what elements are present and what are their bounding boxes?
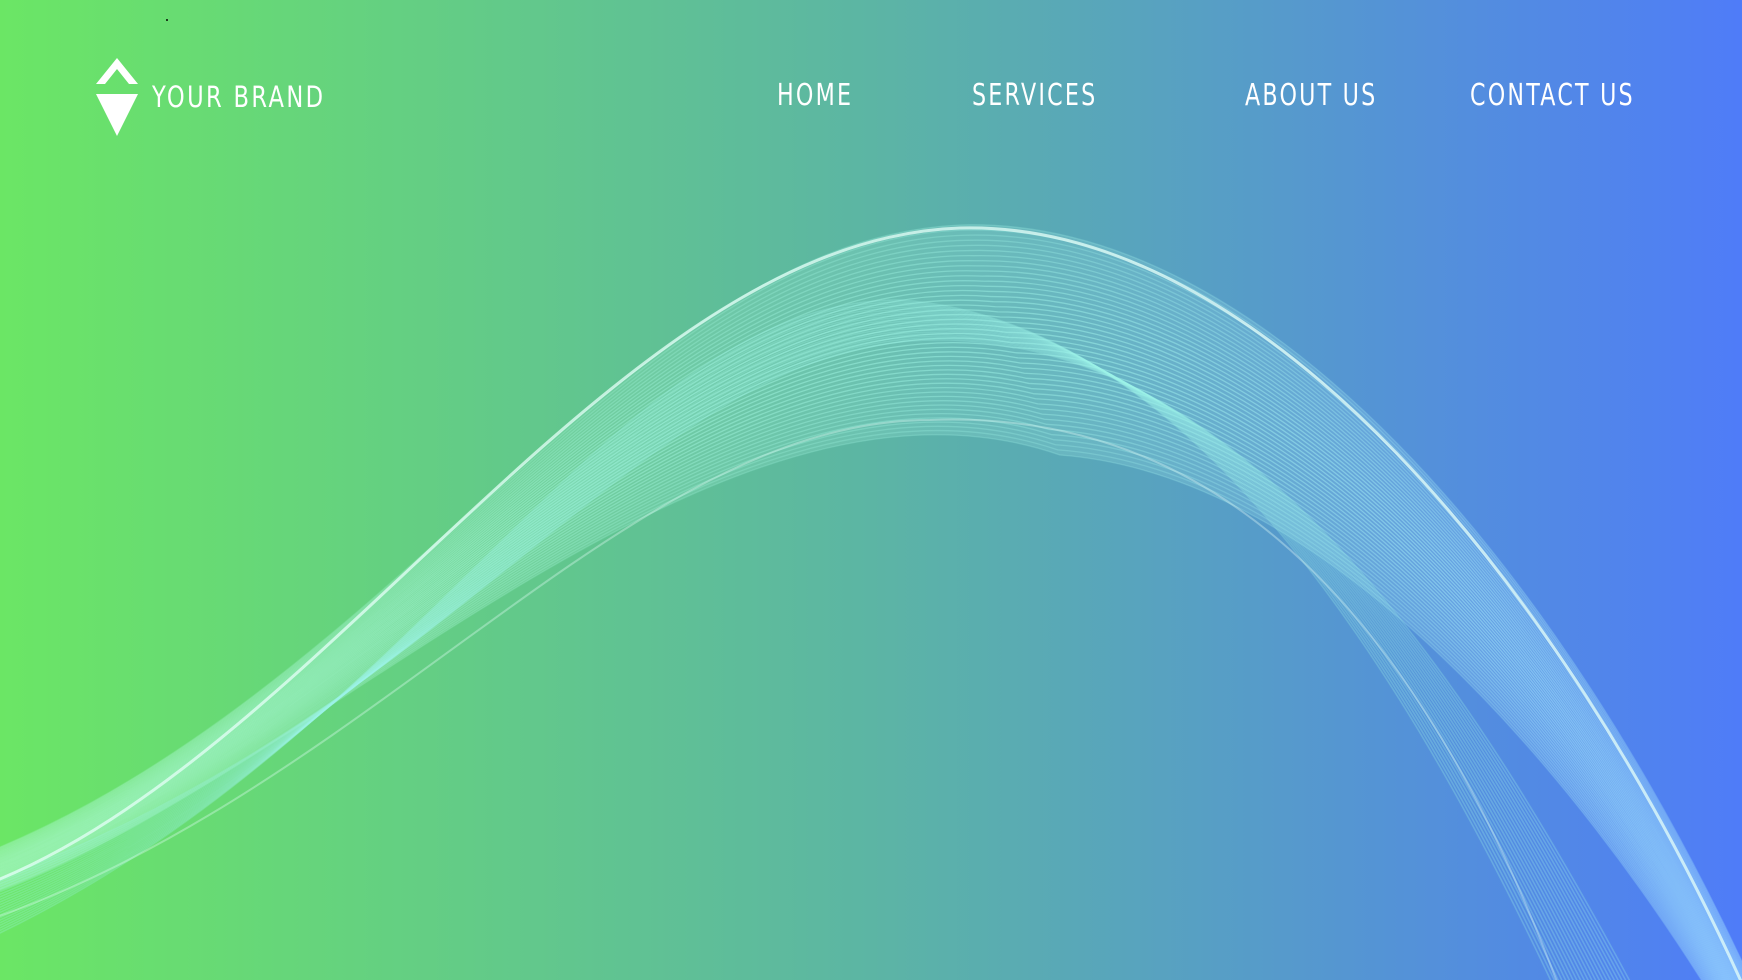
nav-link-contact-us[interactable]: CONTACT US xyxy=(1470,78,1635,113)
nav-link-home[interactable]: HOME xyxy=(777,78,853,113)
nav-link-services[interactable]: SERVICES xyxy=(972,78,1097,113)
main-navigation: HOME SERVICES ABOUT US CONTACT US xyxy=(0,0,1742,200)
hero-section: YOUR BRAND HOME SERVICES ABOUT US CONTAC… xyxy=(0,0,1742,980)
nav-link-about-us[interactable]: ABOUT US xyxy=(1245,78,1377,113)
